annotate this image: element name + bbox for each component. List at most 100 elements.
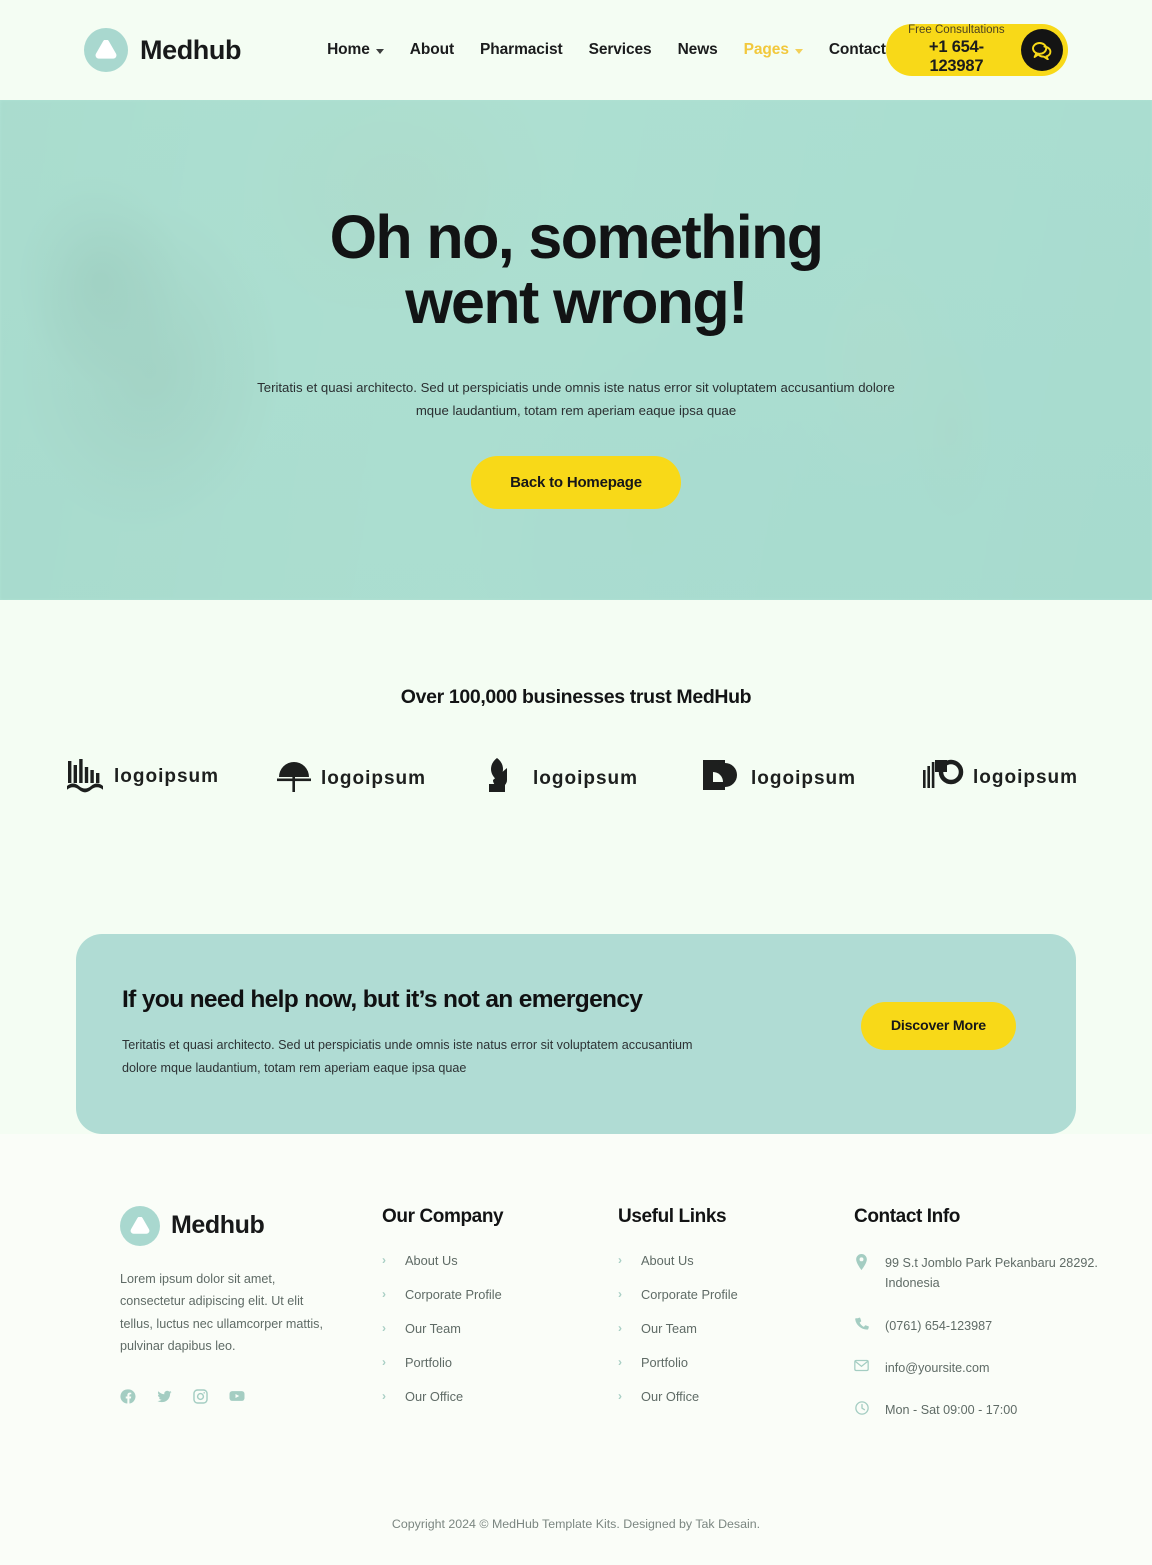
footer-link-label: Portfolio <box>405 1354 452 1370</box>
contact-hours: Mon - Sat 09:00 - 17:00 <box>854 1400 1104 1420</box>
trust-section: Over 100,000 businesses trust MedHub log… <box>0 600 1152 799</box>
hero-title: Oh no, something went wrong! <box>206 202 946 336</box>
footer-link-useful-corporate-profile[interactable]: › Corporate Profile <box>618 1287 854 1302</box>
footer-link-label: Our Office <box>405 1388 464 1404</box>
chevron-right-icon: › <box>618 1389 622 1404</box>
twitter-icon[interactable] <box>156 1388 173 1405</box>
chevron-down-icon <box>375 48 384 54</box>
nav-item-news[interactable]: News <box>678 41 718 59</box>
hero-section: Oh no, something went wrong! Teritatis e… <box>0 100 1152 600</box>
chevron-right-icon: › <box>382 1321 386 1336</box>
footer-link-company-our-office[interactable]: › Our Office <box>382 1389 618 1404</box>
footer-link-label: Our Team <box>641 1320 697 1336</box>
youtube-icon[interactable] <box>228 1387 246 1405</box>
contact-address: 99 S.t Jomblo Park Pekanbaru 28292. Indo… <box>854 1253 1104 1294</box>
contact-address-text: 99 S.t Jomblo Park Pekanbaru 28292. Indo… <box>885 1255 1098 1291</box>
footer-company-column: Our Company › About Us › Corporate Profi… <box>382 1206 618 1443</box>
discover-more-button[interactable]: Discover More <box>860 1002 1016 1050</box>
chevron-right-icon: › <box>618 1355 622 1370</box>
site-footer: Medhub Lorem ipsum dolor sit amet, conse… <box>0 1133 1152 1443</box>
logoipsum-bars-wave-logo: logoipsum <box>66 755 221 799</box>
phone-icon <box>854 1316 869 1332</box>
copyright-bar: Copyright 2024 © MedHub Template Kits. D… <box>0 1442 1152 1565</box>
footer-link-useful-about-us[interactable]: › About Us <box>618 1253 854 1268</box>
footer-link-company-portfolio[interactable]: › Portfolio <box>382 1355 618 1370</box>
brand-name: Medhub <box>140 34 242 65</box>
nav-label: Pages <box>743 41 789 58</box>
logoipsum-arch-logo: logoipsum <box>273 755 433 799</box>
footer-contact-title: Contact Info <box>854 1205 961 1227</box>
nav-item-services[interactable]: Services <box>589 41 652 59</box>
triangle-logo-icon <box>120 1205 160 1246</box>
nav-label: Services <box>588 41 652 58</box>
cta-heading: If you need help now, but it’s not an em… <box>122 986 643 1013</box>
chevron-right-icon: › <box>382 1253 386 1268</box>
footer-link-useful-our-team[interactable]: › Our Team <box>618 1321 854 1336</box>
chat-bubbles-icon <box>1021 29 1063 71</box>
facebook-icon[interactable] <box>120 1388 137 1405</box>
footer-brand-name: Medhub <box>171 1211 265 1240</box>
logoipsum-circle-bars-logo: logoipsum <box>921 755 1086 799</box>
footer-useful-links-column: Useful Links › About Us › Corporate Prof… <box>618 1206 854 1443</box>
svg-text:logoipsum: logoipsum <box>321 768 426 789</box>
svg-text:logoipsum: logoipsum <box>114 766 219 787</box>
footer-link-label: Corporate Profile <box>641 1286 738 1302</box>
footer-contact-column: Contact Info 99 S.t Jomblo Park Pekanbar… <box>854 1206 1104 1443</box>
chevron-right-icon: › <box>382 1355 386 1370</box>
footer-link-company-corporate-profile[interactable]: › Corporate Profile <box>382 1287 618 1302</box>
main-navigation: Home About Pharmacist Services News Page… <box>327 41 886 59</box>
cta-phone-text: Free Consultations +1 654-123987 <box>908 24 1005 75</box>
trust-title: Over 100,000 businesses trust MedHub <box>400 686 752 708</box>
hero-content: Oh no, something went wrong! Teritatis e… <box>0 191 1152 510</box>
footer-link-company-about-us[interactable]: › About Us <box>382 1253 618 1268</box>
footer-about-text: Lorem ipsum dolor sit amet, consectetur … <box>120 1271 323 1354</box>
nav-item-home[interactable]: Home <box>327 41 384 59</box>
svg-text:logoipsum: logoipsum <box>973 767 1078 788</box>
instagram-icon[interactable] <box>192 1388 209 1405</box>
footer-link-label: Portfolio <box>641 1354 688 1370</box>
cta-phone-number: +1 654-123987 <box>928 37 984 75</box>
cta-button-container: Discover More <box>860 984 1024 1050</box>
mail-icon <box>854 1358 869 1372</box>
cta-text-block: If you need help now, but it’s not an em… <box>122 984 861 1080</box>
nav-item-about[interactable]: About <box>410 41 454 59</box>
nav-label: News <box>677 41 718 58</box>
nav-item-pages[interactable]: Pages <box>744 41 803 59</box>
svg-text:logoipsum: logoipsum <box>533 768 638 789</box>
contact-email-text: info@yoursite.com <box>885 1360 990 1375</box>
footer-link-label: Our Team <box>405 1320 461 1336</box>
hero-title-line-1: Oh no, something <box>329 202 824 271</box>
footer-link-label: Corporate Profile <box>405 1286 502 1302</box>
logoipsum-square-logo: logoipsum <box>699 755 869 799</box>
contact-email: info@yoursite.com <box>854 1358 1104 1378</box>
footer-link-useful-portfolio[interactable]: › Portfolio <box>618 1355 854 1370</box>
back-to-homepage-button[interactable]: Back to Homepage <box>471 456 681 510</box>
nav-item-pharmacist[interactable]: Pharmacist <box>480 41 563 59</box>
footer-link-useful-our-office[interactable]: › Our Office <box>618 1389 854 1404</box>
triangle-logo-icon <box>84 28 128 72</box>
nav-label: About <box>409 41 455 58</box>
social-links <box>120 1387 382 1405</box>
free-consultations-button[interactable]: Free Consultations +1 654-123987 <box>885 24 1068 76</box>
footer-link-label: About Us <box>405 1252 458 1268</box>
svg-text:logoipsum: logoipsum <box>751 768 856 789</box>
contact-phone-text: (0761) 654-123987 <box>885 1318 993 1333</box>
footer-brand-column: Medhub Lorem ipsum dolor sit amet, conse… <box>120 1205 382 1443</box>
brand-logo[interactable]: Medhub <box>84 28 241 72</box>
chevron-right-icon: › <box>382 1389 386 1404</box>
logoipsum-leaf-logo: logoipsum <box>485 755 647 799</box>
footer-useful-title: Useful Links <box>618 1205 727 1227</box>
footer-brand-logo[interactable]: Medhub <box>120 1205 382 1246</box>
client-logos: logoipsum logoipsum logoipsum logoipsum … <box>0 755 1152 799</box>
page-root: Medhub Home About Pharmacist Services Ne… <box>0 0 1152 1565</box>
nav-item-contact[interactable]: Contact <box>829 41 886 59</box>
nav-label: Pharmacist <box>480 41 563 58</box>
chevron-right-icon: › <box>382 1287 386 1302</box>
location-pin-icon <box>854 1253 869 1270</box>
footer-link-company-our-team[interactable]: › Our Team <box>382 1321 618 1336</box>
footer-link-label: About Us <box>641 1252 694 1268</box>
cta-band: If you need help now, but it’s not an em… <box>76 934 1076 1134</box>
cta-description: Teritatis et quasi architecto. Sed ut pe… <box>122 1038 693 1075</box>
footer-link-label: Our Office <box>641 1388 700 1404</box>
hero-subtitle: Teritatis et quasi architecto. Sed ut pe… <box>257 380 895 418</box>
